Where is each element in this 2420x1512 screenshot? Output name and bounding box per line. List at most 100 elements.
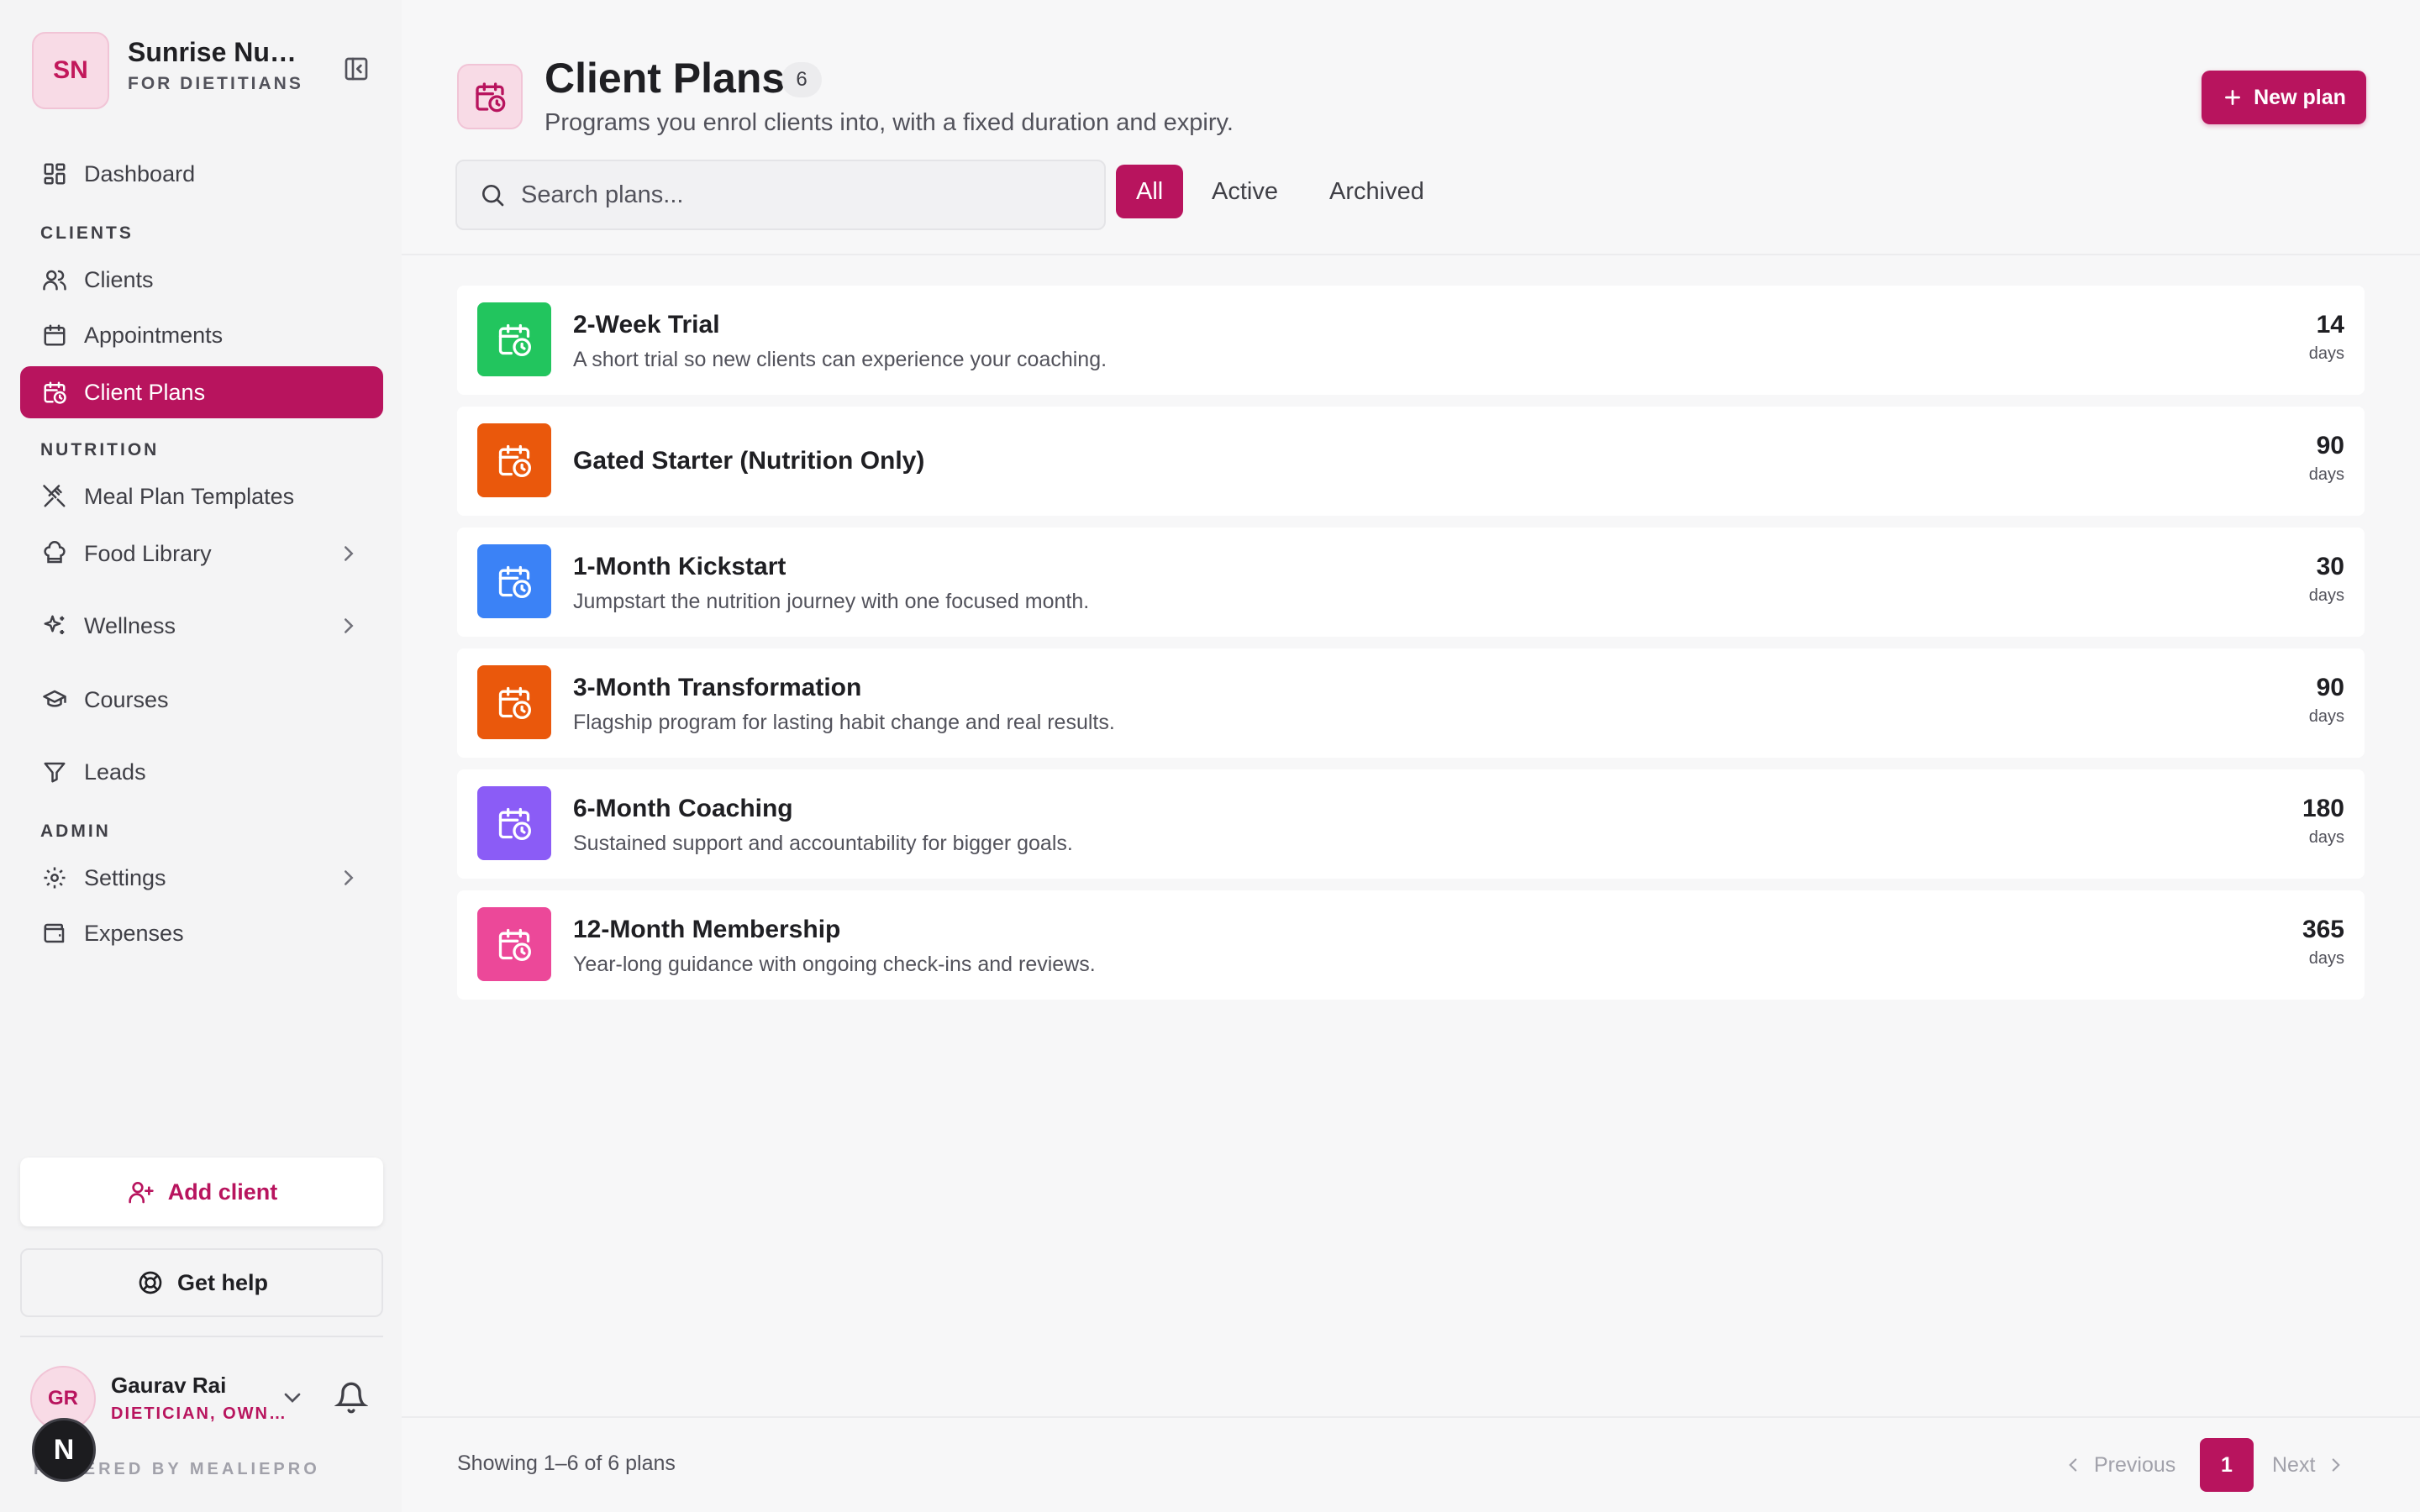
previous-label: Previous <box>2094 1452 2176 1477</box>
nav-label: Courses <box>84 686 169 712</box>
plan-calendar-clock-icon <box>477 665 551 739</box>
plan-duration: 90 days <box>2309 432 2344 485</box>
header-calendar-clock-icon <box>457 64 523 129</box>
search-icon <box>479 181 508 209</box>
plan-card[interactable]: 3-Month Transformation Flagship program f… <box>457 648 2365 758</box>
page-title: Client Plans <box>544 55 786 102</box>
user-role: DIETICIAN, OWNER <box>111 1404 287 1423</box>
page-number-button[interactable]: 1 <box>2200 1438 2254 1492</box>
plus-icon <box>2222 87 2244 108</box>
chevron-left-icon <box>2062 1454 2084 1476</box>
nav-meal-plan-templates[interactable]: Meal Plan Templates <box>20 470 383 522</box>
nav-label: Wellness <box>84 612 176 638</box>
filter-tab-active[interactable]: Active <box>1192 165 1298 218</box>
life-buoy-icon <box>135 1268 166 1298</box>
nav-clients[interactable]: Clients <box>20 254 383 306</box>
filter-tab-all[interactable]: All <box>1116 165 1184 218</box>
n-badge-button[interactable]: N <box>32 1418 96 1482</box>
bell-icon[interactable] <box>334 1381 368 1415</box>
plan-calendar-clock-icon <box>477 786 551 860</box>
nav-courses[interactable]: Courses <box>20 674 383 726</box>
pagination-summary: Showing 1–6 of 6 plans <box>457 1452 676 1475</box>
plan-days-unit: days <box>2308 949 2344 968</box>
plan-card[interactable]: 6-Month Coaching Sustained support and ac… <box>457 769 2365 879</box>
plan-days-value: 180 <box>2302 795 2344 822</box>
add-client-button[interactable]: Add client <box>20 1158 383 1226</box>
brand-logo: SN <box>32 32 109 109</box>
get-help-label: Get help <box>176 1269 268 1295</box>
plan-duration: 365 days <box>2302 916 2344 969</box>
collapse-sidebar-button[interactable] <box>333 45 380 92</box>
main-content: Client Plans 6 Programs you enrol client… <box>402 0 2420 1512</box>
plan-days-unit: days <box>2308 465 2344 484</box>
sidebar-divider <box>20 1336 383 1337</box>
nav-label: Food Library <box>84 540 212 566</box>
get-help-button[interactable]: Get help <box>20 1248 383 1317</box>
chevron-right-icon <box>345 546 354 561</box>
footer-divider <box>402 1416 2420 1418</box>
nav-food-library[interactable]: Food Library <box>20 528 383 580</box>
plan-card[interactable]: 12-Month Membership Year-long guidance wi… <box>457 890 2365 1000</box>
plan-name: 6-Month Coaching <box>573 795 793 822</box>
plan-duration: 14 days <box>2309 311 2344 364</box>
brand-subtitle: FOR DIETITIANS <box>128 74 303 93</box>
plan-days-value: 90 <box>2316 432 2344 459</box>
nav-section-admin: ADMIN <box>40 822 111 841</box>
filter-tab-archived[interactable]: Archived <box>1309 165 1444 218</box>
plan-description: Sustained support and accountability for… <box>573 832 1073 855</box>
wallet-icon <box>40 919 69 948</box>
plan-card[interactable]: Gated Starter (Nutrition Only) 90 days <box>457 407 2365 516</box>
plan-description: Year-long guidance with ongoing check-in… <box>573 953 1096 976</box>
graduation-cap-icon <box>40 685 69 714</box>
nav-label: Leads <box>84 759 146 785</box>
nav-appointments[interactable]: Appointments <box>20 309 383 361</box>
gear-icon <box>40 864 69 892</box>
plan-calendar-clock-icon <box>477 907 551 981</box>
page-subtitle: Programs you enrol clients into, with a … <box>544 109 1234 136</box>
plan-calendar-clock-icon <box>477 302 551 376</box>
nav-label: Settings <box>84 864 166 890</box>
plan-description: Flagship program for lasting habit chang… <box>573 711 1115 734</box>
nav-client-plans[interactable]: Client Plans <box>20 366 383 418</box>
brand: SN Sunrise Nutrition FOR DIETITIANS <box>32 32 385 109</box>
search-input[interactable] <box>521 181 1076 209</box>
plan-days-value: 90 <box>2316 674 2344 701</box>
plan-description: Jumpstart the nutrition journey with one… <box>573 590 1090 613</box>
chevron-right-icon <box>345 870 354 885</box>
plan-days-unit: days <box>2308 707 2344 726</box>
nav-label: Dashboard <box>84 160 196 186</box>
calendar-clock-icon <box>40 378 69 407</box>
nav-label: Appointments <box>84 322 224 348</box>
plan-card[interactable]: 2-Week Trial A short trial so new clients… <box>457 286 2365 395</box>
chevron-right-icon <box>345 618 354 633</box>
plan-days-unit: days <box>2308 344 2344 363</box>
sidebar-collapse-icon <box>345 57 368 81</box>
nav-expenses[interactable]: Expenses <box>20 907 383 959</box>
nav-section-clients: CLIENTS <box>40 223 134 243</box>
sparkles-icon <box>40 612 69 640</box>
plan-duration: 30 days <box>2309 553 2344 606</box>
plan-name: 2-Week Trial <box>573 311 720 339</box>
plan-days-value: 365 <box>2302 916 2344 943</box>
plan-calendar-clock-icon <box>477 544 551 618</box>
nav-wellness[interactable]: Wellness <box>20 600 383 652</box>
sidebar: SN Sunrise Nutrition FOR DIETITIANS Dash… <box>0 0 402 1512</box>
nav-leads[interactable]: Leads <box>20 746 383 798</box>
nav-label: Clients <box>84 266 154 292</box>
new-plan-button[interactable]: New plan <box>2202 71 2366 124</box>
plan-name: 1-Month Kickstart <box>573 553 786 580</box>
plan-duration: 180 days <box>2302 795 2344 848</box>
plan-card[interactable]: 1-Month Kickstart Jumpstart the nutrition… <box>457 528 2365 637</box>
header-divider <box>402 254 2420 255</box>
brand-name: Sunrise Nutrition <box>128 37 304 67</box>
next-page-button[interactable]: Next <box>2272 1441 2347 1488</box>
new-plan-label: New plan <box>2254 85 2346 109</box>
plan-description: A short trial so new clients can experie… <box>573 348 1107 371</box>
add-client-label: Add client <box>167 1179 278 1205</box>
plan-days-value: 14 <box>2316 311 2344 339</box>
nav-dashboard[interactable]: Dashboard <box>20 148 383 200</box>
nav-section-nutrition: NUTRITION <box>40 440 160 459</box>
chevron-down-icon[interactable] <box>279 1384 306 1411</box>
nav-settings[interactable]: Settings <box>20 852 383 904</box>
previous-page-button[interactable]: Previous <box>2062 1441 2175 1488</box>
